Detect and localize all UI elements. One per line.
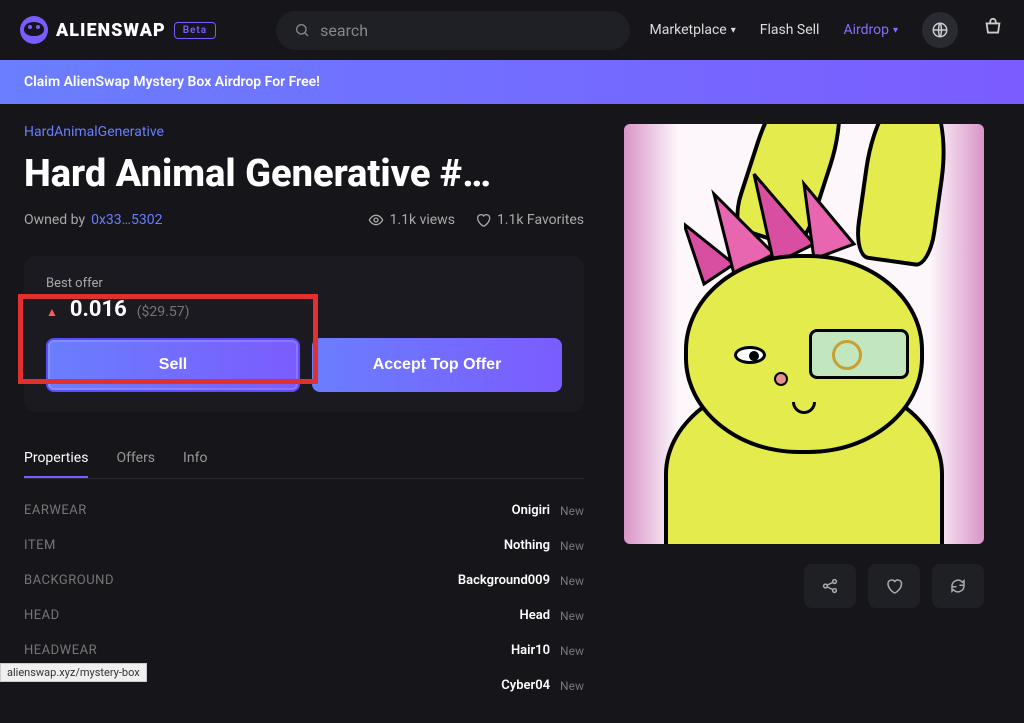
bunny-ear-icon [852, 124, 956, 269]
logo[interactable]: ALIENSWAP Beta [20, 16, 216, 44]
views-stat: 1.1k views [368, 212, 455, 228]
offer-price: 0.016 [70, 297, 127, 322]
header: ALIENSWAP Beta search Marketplace ▾ Flas… [0, 0, 1024, 60]
nav-flash-sell[interactable]: Flash Sell [760, 22, 820, 38]
stats: 1.1k views 1.1k Favorites [368, 212, 584, 228]
collection-link[interactable]: HardAnimalGenerative [24, 124, 584, 140]
tab-properties[interactable]: Properties [24, 440, 88, 478]
search-placeholder: search [320, 21, 368, 40]
brand-text: ALIENSWAP [56, 20, 166, 41]
alien-logo-icon [20, 16, 48, 44]
nav-airdrop[interactable]: Airdrop ▾ [843, 22, 898, 38]
chevron-down-icon: ▾ [893, 25, 898, 36]
main-content: HardAnimalGenerative Hard Animal Generat… [0, 104, 1024, 723]
share-icon [821, 577, 839, 595]
left-column: HardAnimalGenerative Hard Animal Generat… [24, 124, 584, 703]
refresh-icon [949, 577, 967, 595]
property-row[interactable]: BACKGROUND Background009New [24, 563, 584, 598]
offer-price-row: ▲ 0.016 ($29.57) [46, 297, 562, 322]
search-input[interactable]: search [276, 11, 629, 50]
eye-icon [734, 346, 766, 364]
button-row: Sell Accept Top Offer [46, 338, 562, 392]
eye-icon [368, 212, 384, 228]
property-row[interactable]: ITEM NothingNew [24, 528, 584, 563]
globe-icon[interactable] [922, 12, 958, 48]
action-icons [624, 564, 984, 608]
offer-box: Best offer ▲ 0.016 ($29.57) Sell Accept … [24, 256, 584, 412]
refresh-button[interactable] [932, 564, 984, 608]
property-row[interactable]: HEAD HeadNew [24, 598, 584, 633]
price-arrow-icon: ▲ [46, 305, 58, 319]
offer-usd: ($29.57) [137, 304, 190, 320]
sell-button[interactable]: Sell [46, 338, 300, 392]
cart-icon[interactable] [982, 17, 1004, 43]
airdrop-banner[interactable]: Claim AlienSwap Mystery Box Airdrop For … [0, 60, 1024, 104]
favorites-stat: 1.1k Favorites [475, 212, 584, 228]
owned-by-label: Owned by [24, 212, 85, 228]
url-tooltip: alienswap.xyz/mystery-box [0, 663, 147, 682]
favorite-button[interactable] [868, 564, 920, 608]
beta-badge: Beta [174, 22, 216, 39]
nft-image[interactable] [624, 124, 984, 544]
nft-title: Hard Animal Generative #… [24, 152, 584, 196]
search-icon [294, 22, 310, 38]
nose-icon [774, 372, 788, 386]
goggle-icon [809, 329, 909, 379]
tab-info[interactable]: Info [183, 440, 207, 478]
owner-link[interactable]: 0x33…5302 [91, 212, 162, 228]
right-column [624, 124, 984, 703]
nav-links: Marketplace ▾ Flash Sell Airdrop ▾ [650, 12, 1004, 48]
heart-icon [885, 577, 903, 595]
nav-marketplace[interactable]: Marketplace ▾ [650, 22, 736, 38]
heart-icon [475, 212, 491, 228]
property-row[interactable]: EARWEAR OnigiriNew [24, 493, 584, 528]
owner-row: Owned by 0x33…5302 1.1k views 1.1k Favor… [24, 212, 584, 228]
tab-offers[interactable]: Offers [116, 440, 155, 478]
best-offer-label: Best offer [46, 276, 562, 291]
accept-offer-button[interactable]: Accept Top Offer [312, 338, 562, 392]
tabs: Properties Offers Info [24, 440, 584, 479]
chevron-down-icon: ▾ [731, 25, 736, 36]
share-button[interactable] [804, 564, 856, 608]
